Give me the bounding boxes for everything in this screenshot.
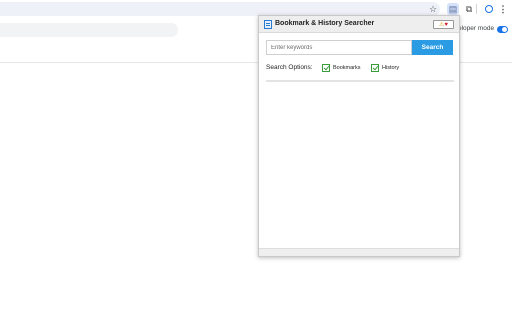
popup-title: Bookmark & History Searcher <box>275 20 375 27</box>
checkbox-checked-icon[interactable] <box>371 63 379 72</box>
page-search-bar[interactable] <box>0 23 178 37</box>
toolbar-divider <box>476 4 477 14</box>
developer-mode-label: eloper mode <box>458 25 495 32</box>
extension-icon[interactable]: ▤ <box>447 3 459 15</box>
history-option-label: History <box>382 64 400 71</box>
puzzle-icon[interactable]: ⧉ <box>463 3 475 15</box>
app-icon <box>264 20 272 29</box>
profile-icon[interactable] <box>483 3 495 15</box>
menu-icon[interactable]: ⋮ <box>497 3 509 15</box>
popup-header: Bookmark & History Searcher ⚠♥ <box>259 16 459 33</box>
results-list <box>266 84 454 244</box>
results-divider <box>266 80 454 82</box>
star-icon[interactable]: ☆ <box>427 3 439 15</box>
bookmarks-option-label: Bookmarks <box>333 64 361 71</box>
support-button[interactable]: ⚠♥ <box>433 20 454 29</box>
address-bar[interactable] <box>0 2 440 16</box>
search-options-label: Search Options: <box>266 64 313 71</box>
popup-footer <box>259 248 459 256</box>
bookmarks-option[interactable]: Bookmarks <box>322 63 361 72</box>
history-option[interactable]: History <box>371 63 399 72</box>
search-input[interactable] <box>266 40 412 55</box>
checkbox-checked-icon[interactable] <box>322 63 330 72</box>
search-button[interactable]: Search <box>412 40 453 55</box>
extension-popup: Bookmark & History Searcher ⚠♥ Search Se… <box>258 15 460 257</box>
heart-icon: ♥ <box>444 22 448 28</box>
developer-mode-toggle[interactable] <box>497 26 508 33</box>
